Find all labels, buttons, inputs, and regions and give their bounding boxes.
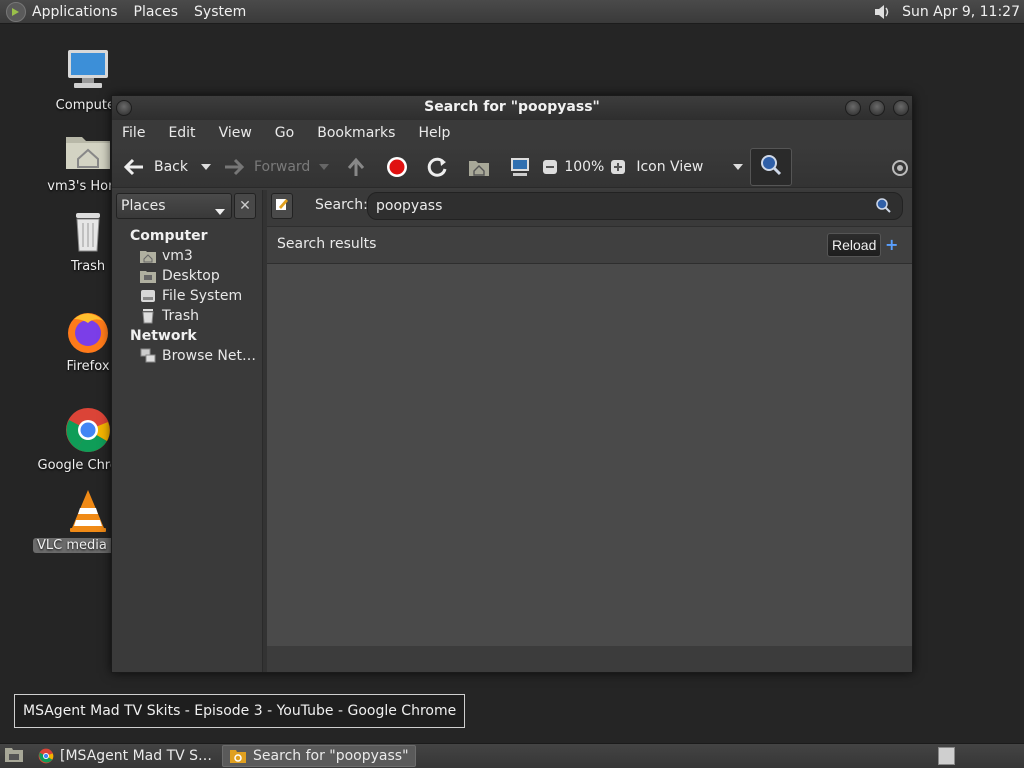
sidebar-item-browse-network[interactable]: Browse Net… bbox=[130, 346, 256, 366]
close-icon: ✕ bbox=[239, 198, 251, 214]
menu-bookmarks[interactable]: Bookmarks bbox=[317, 125, 395, 141]
back-arrow-icon bbox=[122, 155, 146, 179]
close-button[interactable] bbox=[893, 100, 909, 116]
edit-pencil-icon bbox=[275, 197, 289, 215]
zoom-level[interactable]: 100% bbox=[564, 159, 604, 175]
stop-icon[interactable] bbox=[385, 155, 409, 179]
activity-spinner-icon bbox=[890, 158, 910, 182]
view-mode-select[interactable]: Icon View bbox=[636, 159, 726, 175]
places-tree: Computer vm3 Desktop File System Trash N… bbox=[130, 226, 256, 366]
home-icon[interactable] bbox=[467, 155, 491, 179]
search-results-header: Search results Reload + bbox=[267, 226, 912, 264]
statusbar bbox=[267, 646, 912, 672]
volume-icon[interactable] bbox=[872, 2, 892, 22]
add-criterion-icon[interactable]: + bbox=[885, 235, 898, 254]
workspace-switcher[interactable] bbox=[938, 747, 955, 765]
sidebar-item-file-system[interactable]: File System bbox=[130, 286, 256, 306]
reload-button[interactable]: Reload bbox=[827, 233, 882, 257]
menubar: File Edit View Go Bookmarks Help bbox=[112, 120, 912, 146]
taskbar-item-search[interactable]: Search for "poopyass" bbox=[222, 745, 416, 767]
window-titlebar[interactable]: Search for "poopyass" bbox=[112, 96, 912, 120]
magnifier-icon bbox=[759, 153, 783, 181]
search-icon[interactable] bbox=[875, 197, 891, 217]
search-label: Search: bbox=[315, 197, 368, 213]
show-desktop-button[interactable] bbox=[0, 745, 28, 767]
edit-location-button[interactable] bbox=[271, 193, 293, 219]
places-menu[interactable]: Places bbox=[134, 4, 179, 20]
menu-help[interactable]: Help bbox=[418, 125, 450, 141]
sidebar-item-desktop[interactable]: Desktop bbox=[130, 266, 256, 286]
taskbar-tooltip: MSAgent Mad TV Skits - Episode 3 - YouTu… bbox=[14, 694, 466, 728]
search-input[interactable] bbox=[367, 192, 903, 220]
results-view[interactable] bbox=[267, 264, 912, 646]
bottom-panel: [MSAgent Mad TV S… Search for "poopyass" bbox=[0, 743, 1024, 768]
search-bar: Search: bbox=[267, 190, 912, 226]
window-title: Search for "poopyass" bbox=[424, 99, 600, 115]
menu-file[interactable]: File bbox=[122, 125, 145, 141]
applications-menu[interactable]: Applications bbox=[32, 4, 118, 20]
gnome-foot-icon[interactable] bbox=[6, 1, 26, 22]
section-heading-network: Network bbox=[130, 328, 197, 344]
show-desktop-icon bbox=[4, 745, 24, 767]
desktop-folder-icon bbox=[140, 268, 156, 284]
vlc-icon bbox=[64, 486, 112, 534]
close-sidebar-button[interactable]: ✕ bbox=[234, 193, 256, 219]
section-heading-computer: Computer bbox=[130, 228, 208, 244]
search-folder-icon bbox=[229, 748, 247, 764]
home-icon bbox=[140, 248, 156, 264]
system-menu[interactable]: System bbox=[194, 4, 246, 20]
network-icon bbox=[140, 348, 156, 364]
minimize-button[interactable] bbox=[845, 100, 861, 116]
chrome-icon bbox=[38, 748, 54, 764]
sidebar-item-trash[interactable]: Trash bbox=[130, 306, 256, 326]
file-browser-window: Search for "poopyass" File Edit View Go … bbox=[111, 95, 913, 673]
computer-icon[interactable] bbox=[508, 155, 532, 179]
drive-icon bbox=[140, 288, 156, 304]
sidebar-selector[interactable]: Places bbox=[116, 193, 232, 219]
reload-icon[interactable] bbox=[426, 155, 450, 179]
firefox-icon bbox=[64, 307, 112, 355]
up-icon[interactable] bbox=[344, 155, 368, 179]
chrome-icon bbox=[64, 406, 112, 454]
zoom-in-icon[interactable] bbox=[606, 155, 630, 179]
top-panel: Applications Places System Sun Apr 9, 11… bbox=[0, 0, 1024, 24]
view-mode-dropdown-icon[interactable] bbox=[726, 155, 750, 179]
zoom-out-icon[interactable] bbox=[538, 155, 562, 179]
back-button[interactable]: Back bbox=[122, 155, 188, 179]
toolbar: Back Forward 100% Icon View bbox=[112, 146, 912, 188]
search-results-title: Search results bbox=[277, 236, 377, 252]
chevron-down-icon bbox=[215, 203, 225, 219]
clock[interactable]: Sun Apr 9, 11:27 bbox=[902, 4, 1020, 20]
taskbar-item-chrome[interactable]: [MSAgent Mad TV S… bbox=[32, 745, 218, 767]
home-folder-icon bbox=[64, 127, 112, 175]
trash-icon bbox=[64, 207, 112, 255]
forward-button[interactable]: Forward bbox=[222, 155, 310, 179]
main-pane: Search: Search results Reload + bbox=[267, 190, 912, 672]
trash-icon bbox=[140, 308, 156, 324]
sidebar-item-vm3[interactable]: vm3 bbox=[130, 246, 256, 266]
menu-go[interactable]: Go bbox=[275, 125, 294, 141]
forward-history-dropdown[interactable] bbox=[312, 155, 336, 179]
sidebar: Places ✕ Computer vm3 Desktop File Syste… bbox=[112, 190, 262, 672]
forward-arrow-icon bbox=[222, 155, 246, 179]
maximize-button[interactable] bbox=[869, 100, 885, 116]
search-toggle-button[interactable] bbox=[750, 148, 792, 186]
computer-icon bbox=[64, 46, 112, 94]
menu-view[interactable]: View bbox=[219, 125, 252, 141]
back-history-dropdown[interactable] bbox=[194, 155, 218, 179]
menu-edit[interactable]: Edit bbox=[168, 125, 195, 141]
